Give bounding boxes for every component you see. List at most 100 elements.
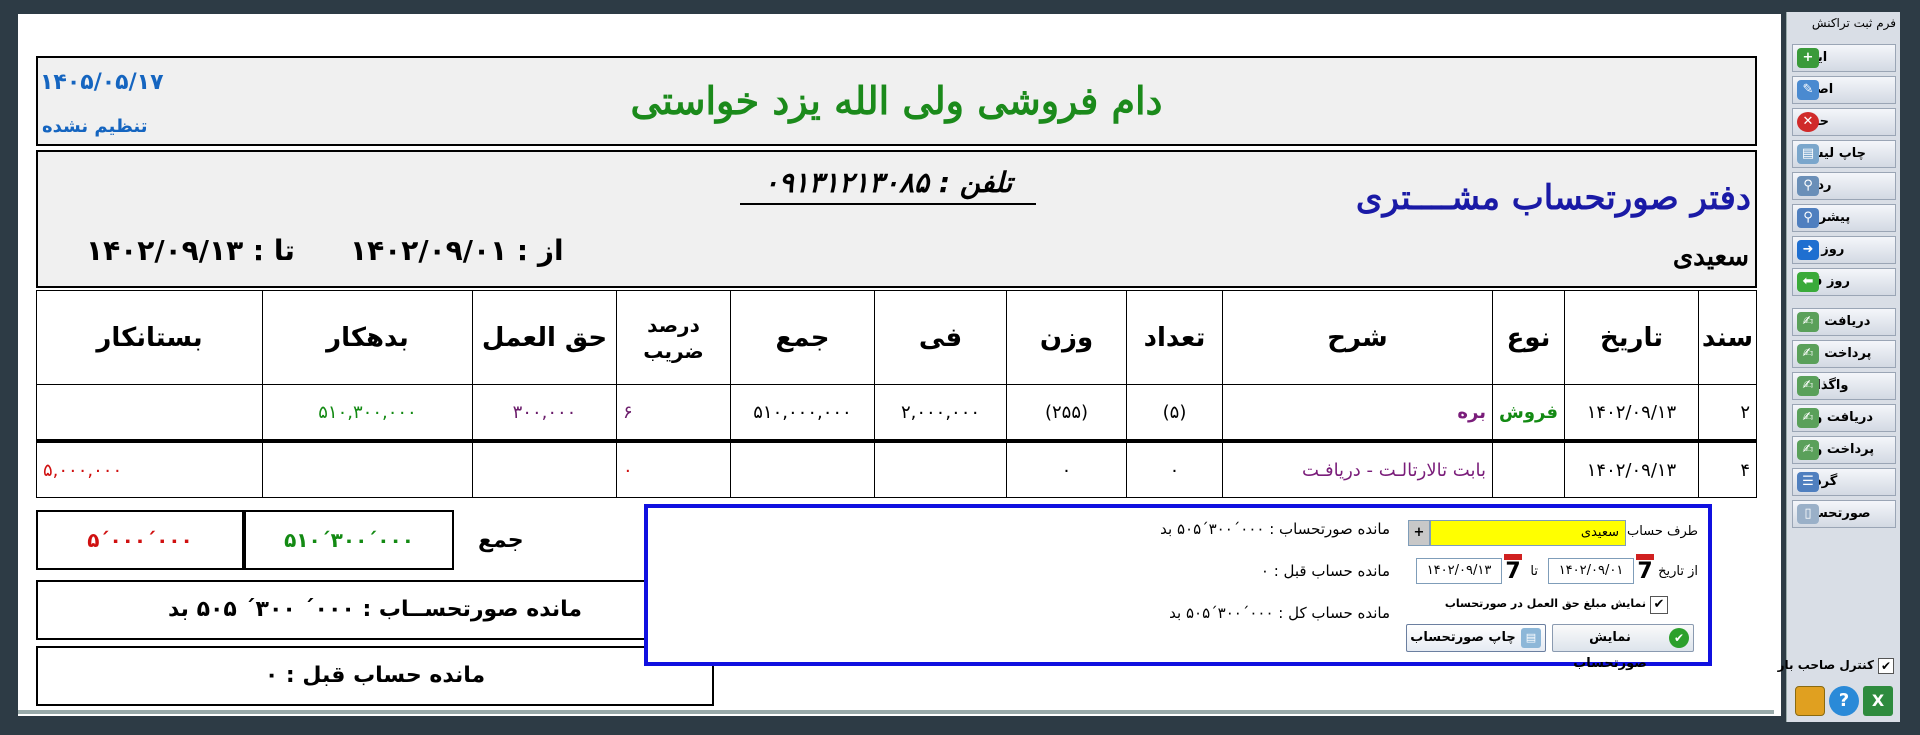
col-total: جمع [730,289,875,386]
print-statement-button[interactable]: چاپ صورتحساب ▤ [1406,624,1546,652]
report-date: ۱۴۰۵/۰۵/۱۷ [40,70,164,95]
excel-icon[interactable]: X [1863,686,1893,716]
cell-count: (۵) [1126,384,1223,442]
delete-button[interactable]: حذف✕ [1792,108,1896,136]
commission-checkbox[interactable]: ✔ [1650,596,1668,614]
sum-debtor: ۵۱۰´۳۰۰´۰۰۰ [244,510,454,570]
col-doc: سند [1698,289,1757,386]
col-commission: حق العمل [472,289,617,386]
list-icon: ☰ [1797,472,1819,492]
statement-title: دفتر صورتحساب مشــــتری [1355,178,1751,218]
check-pay-icon: ✍ [1797,344,1819,364]
cell-rate: ۰ [616,439,731,499]
cell-total [730,439,875,499]
arrow-right-icon: ➜ [1797,240,1819,260]
owner-checkbox[interactable]: ✔ [1878,658,1894,674]
cell-date: ۱۴۰۲/۰۹/۱۳ [1564,384,1699,442]
check-icon: ✔ [1669,628,1689,648]
turnover-button[interactable]: گردش☰ [1792,468,1896,496]
show-statement-button[interactable]: نمایش صورتحساب ✔ [1552,624,1694,671]
table-header-row: سند تاریخ نوع شرح تعداد وزن فی جمع درصد … [36,289,1757,386]
sum-label: جمع [478,528,524,553]
owner-checkbox-label: کنترل صاحب بار [1777,658,1874,672]
from-date-label: از تاریخ [1658,564,1698,579]
window-bottom-edge [18,710,1774,714]
table-row[interactable]: ۴ ۱۴۰۲/۰۹/۱۳ بابت تالارتالـت - دریافـت ۰… [36,439,1757,499]
add-party-button[interactable]: + [1408,520,1430,546]
col-type: نوع [1492,289,1565,386]
party-label: طرف حساب [1627,524,1698,539]
receive-cash-button[interactable]: دریافت وجه ✍ [1792,404,1896,432]
col-price: فی [874,289,1007,386]
date-to: تا : ۱۴۰۲/۰۹/۱۳ [86,234,295,267]
check-receive-icon: ✍ [1797,312,1819,332]
pay-cash-button[interactable]: پرداخت وجه ✍ [1792,436,1896,464]
row-button[interactable]: ردیف⚲ [1792,172,1896,200]
customer-name: سعیدی [1672,242,1749,272]
form-title: فرم ثبت تراکنش [1811,16,1896,30]
pay-check-button[interactable]: پرداخت چک ✍ [1792,340,1896,368]
col-creditor: بستانکار [36,289,263,386]
cell-doc: ۲ [1698,384,1757,442]
cell-creditor: ۵,۰۰۰,۰۰۰ [36,439,263,499]
assign-icon: ✍ [1797,376,1819,396]
next-day-button[interactable]: روز بعد ➜ [1792,236,1896,264]
calendar-icon[interactable]: 7 [1636,554,1654,584]
cell-weight: (۲۵۵) [1006,384,1127,442]
statement-balance: مانده صورتحســاب : ۰۰۰´ ۳۰۰´ ۵۰۵ بد [36,580,714,640]
edit-button[interactable]: اصلاح✎ [1792,76,1896,104]
cell-desc: بابت تالارتالـت - دریافـت [1222,439,1493,499]
from-date-input[interactable]: ۱۴۰۲/۰۹/۰۱ [1548,558,1634,584]
cash-receive-icon: ✍ [1797,408,1819,428]
create-button[interactable]: ایجاد+ [1792,44,1896,72]
cell-commission [472,439,617,499]
advanced-button[interactable]: پیشرفته ⚲ [1792,204,1896,232]
dialog-statement-balance: مانده صورتحساب : ۰۰۰´۳۰۰´۵۰۵ بد [1160,520,1390,538]
cell-debtor: ۵۱۰,۳۰۰,۰۰۰ [262,384,473,442]
to-date-input[interactable]: ۱۴۰۲/۰۹/۱۳ [1416,558,1502,584]
arrow-left-icon: ⬅ [1797,272,1819,292]
dialog-previous-balance: مانده حساب قبل : ۰ [1260,562,1390,580]
table-row[interactable]: ۲ ۱۴۰۲/۰۹/۱۳ فروش بره (۵) (۲۵۵) ۲,۰۰۰,۰۰… [36,384,1757,442]
help-icon[interactable]: ? [1829,686,1859,716]
printer-icon: ▤ [1797,144,1819,164]
cell-price [874,439,1007,499]
transactions-table: سند تاریخ نوع شرح تعداد وزن فی جمع درصد … [36,289,1757,499]
cell-doc: ۴ [1698,439,1757,499]
cell-weight: ۰ [1006,439,1127,499]
col-weight: وزن [1006,289,1127,386]
status-text: تنظیم نشده [42,116,148,137]
col-desc: شرح [1222,289,1493,386]
report-header: دام فروشی ولی الله یزد خواستی ۱۴۰۵/۰۵/۱۷… [36,56,1757,146]
close-icon: ✕ [1797,112,1819,132]
col-date: تاریخ [1564,289,1699,386]
col-rate: درصد ضریب [616,289,731,386]
search-icon: ⚲ [1797,176,1819,196]
cell-debtor [262,439,473,499]
assign-button[interactable]: واگذاری ✍ [1792,372,1896,400]
cell-creditor [36,384,263,442]
calendar-icon[interactable]: 7 [1504,554,1522,584]
previous-day-button[interactable]: روز قبل ⬅ [1792,268,1896,296]
edit-icon: ✎ [1797,80,1819,100]
receive-check-button[interactable]: دریافت چک ✍ [1792,308,1896,336]
cell-type [1492,439,1565,499]
party-input[interactable]: سعیدی [1430,520,1626,546]
cell-date: ۱۴۰۲/۰۹/۱۳ [1564,439,1699,499]
cell-rate: ۶ [616,384,731,442]
cell-price: ۲,۰۰۰,۰۰۰ [874,384,1007,442]
cell-desc: بره [1222,384,1493,442]
print-list-button[interactable]: چاپ لیست ▤ [1792,140,1896,168]
cell-total: ۵۱۰,۰۰۰,۰۰۰ [730,384,875,442]
cell-commission: ۳۰۰,۰۰۰ [472,384,617,442]
statement-dialog: طرف حساب سعیدی + از تاریخ 7 ۱۴۰۲/۰۹/۰۱ ت… [644,504,1712,671]
cell-type: فروش [1492,384,1565,442]
dialog-total-balance: مانده حساب کل : ۰۰۰´۳۰۰´۵۰۵ بد [1169,604,1390,622]
magnifier-icon: ⚲ [1797,208,1819,228]
col-debtor: بدهکار [262,289,473,386]
date-from: از : ۱۴۰۲/۰۹/۰۱ [350,234,564,267]
previous-balance: مانده حساب قبل : ۰ [36,646,714,706]
sum-creditor: ۵´۰۰۰´۰۰۰ [36,510,244,570]
statement-button[interactable]: صورتحساب ▯ [1792,500,1896,528]
exit-icon[interactable] [1795,686,1825,716]
